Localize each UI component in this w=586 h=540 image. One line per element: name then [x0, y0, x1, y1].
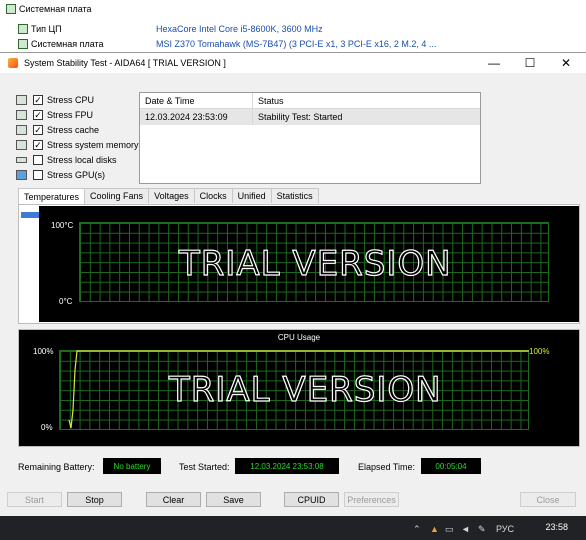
trial-version-watermark: TRIAL VERSION [168, 369, 442, 410]
stress-cache-option[interactable]: ✓ Stress cache [16, 122, 139, 137]
tree-row-motherboard-model[interactable]: Системная плата MSI Z370 Tomahawk (MS-7B… [0, 37, 586, 51]
stop-button[interactable]: Stop [67, 492, 122, 507]
trial-version-watermark: TRIAL VERSION [178, 243, 452, 284]
close-button[interactable]: Close [520, 492, 576, 507]
title-bar[interactable]: System Stability Test - AIDA64 [ TRIAL V… [0, 53, 586, 73]
table-header: Date & Time Status [140, 93, 480, 109]
cpu-icon [18, 24, 28, 34]
stress-gpu-checkbox[interactable] [33, 169, 43, 180]
remaining-battery-label: Remaining Battery: [18, 462, 95, 472]
stress-cache-checkbox[interactable]: ✓ [33, 124, 43, 135]
input-language[interactable]: РУС [496, 524, 514, 534]
stress-disks-checkbox[interactable] [33, 154, 43, 165]
minimize-button[interactable]: — [477, 53, 511, 73]
window-title: System Stability Test - AIDA64 [ TRIAL V… [24, 58, 226, 68]
remaining-battery-value: No battery [103, 458, 161, 474]
sensor-list[interactable] [20, 206, 40, 322]
cpuid-button[interactable]: CPUID [284, 492, 339, 507]
cpu-usage-graph: CPU Usage 100% 0% 100% TRIAL VERSION [18, 329, 580, 447]
maximize-button[interactable]: ☐ [513, 53, 547, 73]
test-started-value: 12.03.2024 23:53:08 [235, 458, 339, 474]
stress-gpu-label: Stress GPU(s) [47, 169, 106, 180]
close-window-button[interactable]: ✕ [549, 53, 583, 73]
temperature-graph: 100°C 0°C TRIAL VERSION [39, 206, 579, 322]
cpu-icon [16, 94, 27, 105]
y-axis-min-label: 0°C [59, 297, 73, 306]
tab-statistics[interactable]: Statistics [270, 188, 319, 203]
y-axis-max-label: 100% [33, 347, 54, 356]
cpu-usage-title: CPU Usage [277, 333, 321, 342]
stress-disks-option[interactable]: Stress local disks [16, 152, 139, 167]
y-axis-max-label: 100°C [51, 221, 74, 230]
stress-options: ✓ Stress CPU ✓ Stress FPU ✓ Stress cache… [16, 92, 139, 182]
tree-row-value[interactable]: MSI Z370 Tomahawk (MS-7B47) (3 PCI-E x1,… [156, 39, 436, 49]
tree-row-label: Системная плата [31, 39, 104, 49]
row-date-time: 12.03.2024 23:53:09 [140, 109, 253, 125]
stress-cache-label: Stress cache [47, 124, 100, 135]
aida64-main-background: Системная плата Тип ЦП HexaCore Intel Co… [0, 0, 586, 52]
elapsed-time-value: 00:05:04 [421, 458, 481, 474]
row-status: Stability Test: Started [258, 112, 343, 122]
tree-row-motherboard[interactable]: Системная плата [0, 2, 586, 16]
network-icon[interactable]: ▭ [445, 524, 454, 535]
motherboard-icon [18, 39, 28, 49]
stress-fpu-label: Stress FPU [47, 109, 94, 120]
column-header-date-time[interactable]: Date & Time [140, 93, 253, 108]
stress-memory-checkbox[interactable]: ✓ [33, 139, 43, 150]
speaker-icon[interactable]: ◄ [461, 524, 470, 534]
stress-memory-label: Stress system memory [47, 139, 139, 150]
current-usage-label: 100% [529, 347, 550, 356]
save-button[interactable]: Save [206, 492, 261, 507]
tree-row-label: Системная плата [19, 4, 92, 14]
tab-temperatures[interactable]: Temperatures [18, 188, 86, 204]
tab-unified[interactable]: Unified [231, 188, 272, 203]
taskbar-clock[interactable]: 23:58 [545, 522, 568, 532]
elapsed-time-label: Elapsed Time: [358, 462, 416, 472]
tree-row-label: Тип ЦП [31, 24, 62, 34]
stress-cpu-option[interactable]: ✓ Stress CPU [16, 92, 139, 107]
column-header-status[interactable]: Status [253, 93, 480, 108]
table-row[interactable]: 12.03.2024 23:53:09 Stability Test: Star… [140, 109, 480, 125]
aida64-tray-icon[interactable]: ▲ [430, 524, 439, 534]
stress-fpu-checkbox[interactable]: ✓ [33, 109, 43, 120]
tree-row-cpu-type[interactable]: Тип ЦП HexaCore Intel Core i5-8600K, 360… [0, 22, 586, 36]
stress-memory-option[interactable]: ✓ Stress system memory [16, 137, 139, 152]
tab-voltages[interactable]: Voltages [148, 188, 195, 203]
chevron-up-icon[interactable]: ⌃ [413, 524, 421, 535]
y-axis-min-label: 0% [41, 423, 53, 432]
preferences-button[interactable]: Preferences [344, 492, 399, 507]
motherboard-icon [6, 4, 16, 14]
sensor-list-selection[interactable] [21, 212, 39, 218]
tree-row-value[interactable]: HexaCore Intel Core i5-8600K, 3600 MHz [156, 24, 323, 34]
test-started-label: Test Started: [179, 462, 230, 472]
monitor-icon [16, 169, 27, 180]
temperatures-panel: 100°C 0°C TRIAL VERSION [18, 204, 580, 324]
pen-icon[interactable]: ✎ [478, 524, 486, 535]
stress-cpu-checkbox[interactable]: ✓ [33, 94, 43, 105]
graph-tabs: Temperatures Cooling Fans Voltages Clock… [18, 188, 319, 204]
cache-icon [16, 124, 27, 135]
stability-test-window: System Stability Test - AIDA64 [ TRIAL V… [0, 52, 586, 516]
stress-disks-label: Stress local disks [47, 154, 117, 165]
tab-cooling-fans[interactable]: Cooling Fans [84, 188, 150, 203]
aida64-flame-icon [8, 58, 18, 68]
start-button[interactable]: Start [7, 492, 62, 507]
tab-clocks[interactable]: Clocks [193, 188, 233, 203]
event-log-table[interactable]: Date & Time Status 12.03.2024 23:53:09 S… [139, 92, 481, 184]
stress-cpu-label: Stress CPU [47, 94, 95, 105]
stress-fpu-option[interactable]: ✓ Stress FPU [16, 107, 139, 122]
stress-gpu-option[interactable]: Stress GPU(s) [16, 167, 139, 182]
fpu-icon [16, 109, 27, 120]
disk-icon [16, 156, 27, 163]
windows-taskbar: ⌃ ▲ ▭ ◄ ✎ РУС 23:58 [0, 516, 586, 540]
memory-icon [16, 139, 27, 150]
clear-button[interactable]: Clear [146, 492, 201, 507]
